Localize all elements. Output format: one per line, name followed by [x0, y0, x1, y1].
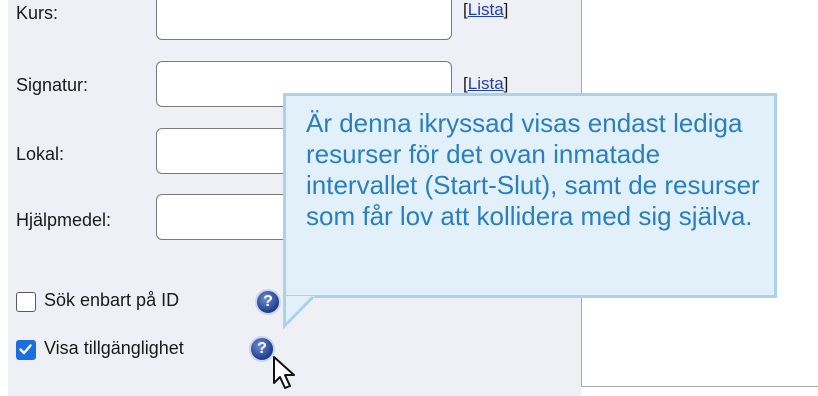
- tooltip-text: Är denna ikryssad visas endast lediga re…: [306, 108, 760, 231]
- lokal-input[interactable]: [156, 128, 296, 174]
- kurs-lista: [Lista]: [463, 0, 509, 19]
- visa-tillganglighet-label: Visa tillgänglighet: [44, 338, 184, 358]
- kurs-lista-link[interactable]: Lista: [468, 0, 504, 19]
- kurs-input[interactable]: [156, 0, 452, 40]
- signatur-lista: [Lista]: [463, 74, 509, 93]
- mouse-pointer-icon: [273, 356, 295, 389]
- signatur-lista-link[interactable]: Lista: [468, 74, 504, 93]
- hjalpmedel-label: Hjälpmedel:: [16, 210, 112, 230]
- kurs-label: Kurs:: [16, 3, 59, 23]
- help-circle-icon[interactable]: ?: [255, 289, 281, 315]
- signatur-label: Signatur:: [16, 75, 89, 95]
- sok-enbart-id-label: Sök enbart på ID: [44, 290, 180, 310]
- help-tooltip: Är denna ikryssad visas endast lediga re…: [283, 93, 777, 298]
- tooltip-pointer: [283, 296, 315, 330]
- hjalpmedel-input[interactable]: [156, 194, 296, 240]
- lokal-label: Lokal:: [16, 144, 65, 164]
- visa-tillganglighet-checkbox[interactable]: [16, 340, 36, 360]
- left-edge-strip: [0, 0, 8, 396]
- checkmark-icon: [19, 344, 32, 355]
- sok-enbart-id-checkbox[interactable]: [16, 292, 36, 312]
